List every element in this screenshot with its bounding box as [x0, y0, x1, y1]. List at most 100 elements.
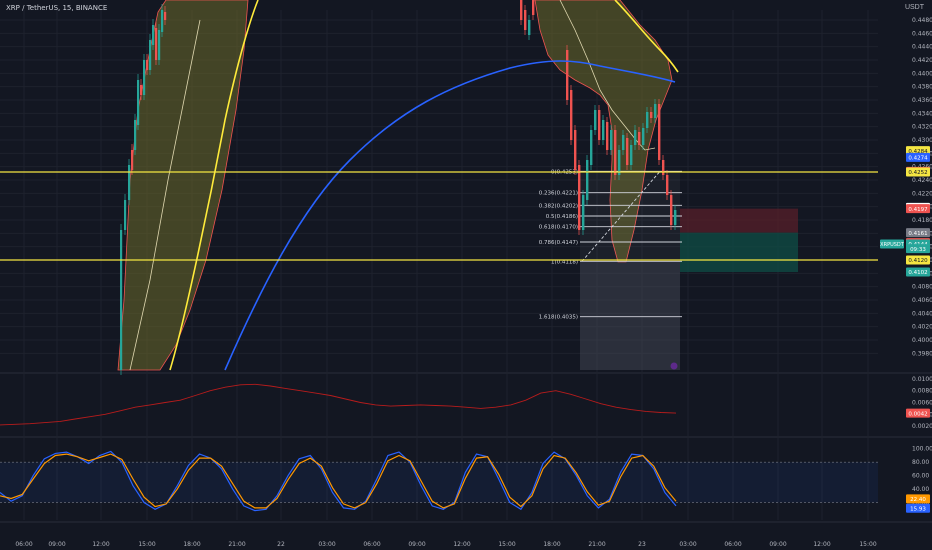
- fib-level-label: 0.5(0.4186): [546, 214, 578, 220]
- candle-body: [646, 112, 649, 128]
- candle-body: [161, 10, 164, 32]
- candle-body: [630, 145, 633, 165]
- time-tick-label: 09:00: [408, 541, 425, 548]
- time-tick-label: 06:00: [15, 541, 32, 548]
- price-tick-label: 0.4060: [912, 297, 932, 304]
- time-tick-label: 21:00: [588, 541, 605, 548]
- time-tick-label: 12:00: [92, 541, 109, 548]
- candle-body: [566, 50, 569, 100]
- time-tick-label: 06:00: [363, 541, 380, 548]
- candle-body: [598, 110, 601, 140]
- price-label: 0.4120: [908, 258, 928, 264]
- candle-body: [590, 130, 593, 165]
- candle-body: [666, 175, 669, 195]
- candle-body: [602, 120, 605, 140]
- time-tick-label: 23: [638, 541, 646, 548]
- candle-body: [614, 130, 617, 175]
- candle-body: [140, 85, 143, 95]
- candle-body: [606, 122, 609, 150]
- candle-body: [626, 138, 629, 165]
- time-tick-label: 15:00: [138, 541, 155, 548]
- fib-level-label: 0.786(0.4147): [539, 240, 578, 246]
- oscillator-tick-label: 100.00: [912, 446, 932, 453]
- candle-body: [634, 130, 637, 145]
- price-tick-label: 0.4380: [912, 84, 932, 91]
- time-tick-label: 03:00: [318, 541, 335, 548]
- fib-level-label: 1.618(0.4035): [539, 315, 578, 321]
- candle-body: [164, 12, 167, 20]
- price-tick-label: 0.4480: [912, 17, 932, 24]
- candle-body: [128, 165, 131, 200]
- candle-body: [524, 10, 527, 30]
- price-tick-label: 0.4440: [912, 44, 932, 51]
- price-tick-label: 0.3980: [912, 350, 932, 357]
- candle-body: [152, 25, 155, 45]
- volatility-tick-label: 0.0020: [912, 423, 932, 430]
- candle-body: [610, 130, 613, 150]
- oscillator-tick-label: 40.00: [912, 486, 929, 493]
- time-tick-label: 18:00: [543, 541, 560, 548]
- candle-body: [670, 195, 673, 225]
- candle-body: [532, 0, 535, 15]
- volatility-tick-label: 0.0080: [912, 388, 932, 395]
- candle-body: [658, 104, 661, 160]
- price-tick-label: 0.4320: [912, 124, 932, 131]
- time-tick-label: 03:00: [679, 541, 696, 548]
- fib-extension-box: [580, 261, 680, 370]
- take-profit-zone: [680, 232, 798, 272]
- candle-body: [618, 150, 621, 175]
- candle-body: [134, 120, 137, 150]
- time-tick-label: 21:00: [228, 541, 245, 548]
- candle-body: [146, 60, 149, 70]
- symbol-title[interactable]: XRP / TetherUS, 15, BINANCE: [6, 4, 107, 12]
- price-tick-label: 0.4360: [912, 97, 932, 104]
- price-tick-label: 0.4020: [912, 324, 932, 331]
- candle-body: [528, 20, 531, 35]
- fib-level-label: 0.382(0.4202): [539, 203, 578, 209]
- time-tick-label: 09:00: [48, 541, 65, 548]
- price-tick-label: 0.4080: [912, 284, 932, 291]
- price-label: 0.4252: [908, 170, 927, 176]
- time-tick-label: 15:00: [859, 541, 876, 548]
- candle-body: [158, 30, 161, 60]
- stop-loss-zone: [680, 208, 798, 233]
- replay-marker: [670, 362, 678, 370]
- price-label: 09:33: [910, 247, 926, 253]
- price-tick-label: 0.4240: [912, 177, 932, 184]
- time-tick-label: 12:00: [453, 541, 470, 548]
- price-label: 0.4161: [908, 231, 927, 237]
- price-tick-label: 0.4000: [912, 337, 932, 344]
- oscillator-current: 15.93: [910, 506, 926, 512]
- candle-body: [582, 195, 585, 230]
- price-tick-label: 0.4300: [912, 137, 932, 144]
- time-tick-label: 15:00: [498, 541, 515, 548]
- price-tick-label: 0.4220: [912, 190, 932, 197]
- candle-body: [155, 28, 158, 60]
- candle-body: [570, 90, 573, 140]
- volatility-current: 0.0042: [908, 411, 927, 417]
- candle-body: [654, 104, 657, 118]
- candle-body: [143, 60, 146, 95]
- time-tick-label: 12:00: [813, 541, 830, 548]
- price-tick-label: 0.4420: [912, 57, 932, 64]
- time-tick-label: 09:00: [769, 541, 786, 548]
- candle-body: [674, 210, 677, 225]
- currency-label: USDT: [904, 4, 924, 11]
- candle-body: [574, 130, 577, 170]
- candle-body: [520, 0, 523, 20]
- candle-body: [650, 112, 653, 118]
- candle-body: [137, 80, 140, 125]
- price-label: 0.4102: [908, 270, 927, 276]
- candle-body: [638, 132, 641, 145]
- candle-body: [124, 200, 127, 230]
- trading-chart[interactable]: 0(0.4253)0.236(0.4221)0.382(0.4202)0.5(0…: [0, 0, 932, 550]
- fib-level-label: 0.618(0.4170): [539, 225, 578, 231]
- price-tick-label: 0.4460: [912, 30, 932, 37]
- time-tick-label: 06:00: [724, 541, 741, 548]
- candle-body: [149, 40, 152, 70]
- fib-level-label: 0.236(0.4221): [539, 191, 578, 197]
- oscillator-tick-label: 80.00: [912, 459, 929, 466]
- symbol-tag: XRPUSDT: [880, 242, 905, 248]
- candle-body: [120, 230, 123, 370]
- candle-body: [578, 165, 581, 230]
